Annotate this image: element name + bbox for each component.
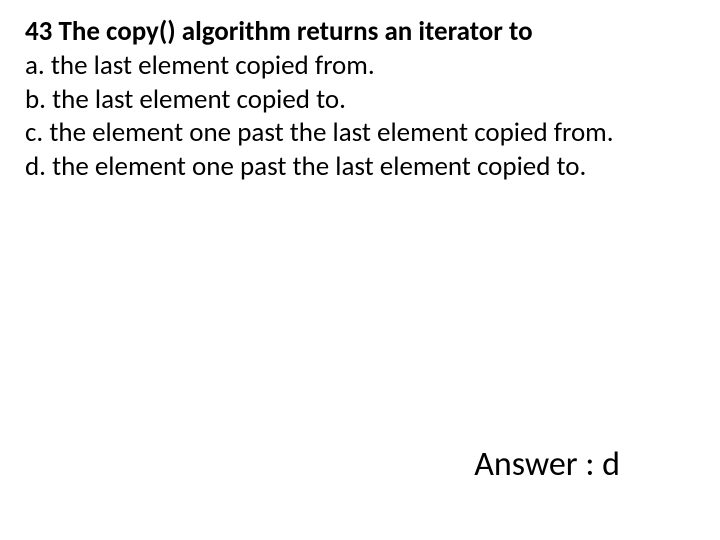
question-text: 43 The copy() algorithm returns an itera…	[25, 15, 695, 49]
answer-text: Answer : d	[474, 444, 620, 485]
option-a: a. the last element copied from.	[25, 49, 695, 83]
option-c: c. the element one past the last element…	[25, 116, 695, 150]
option-b: b. the last element copied to.	[25, 83, 695, 117]
option-d: d. the element one past the last element…	[25, 150, 695, 184]
question-block: 43 The copy() algorithm returns an itera…	[25, 15, 695, 184]
